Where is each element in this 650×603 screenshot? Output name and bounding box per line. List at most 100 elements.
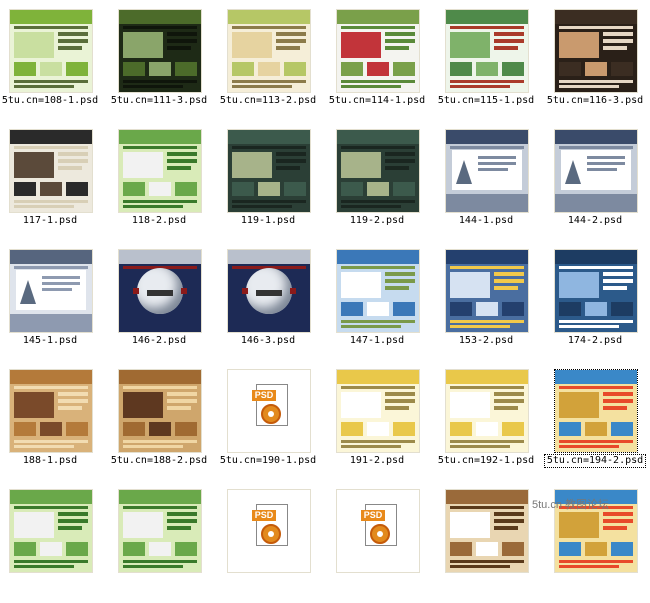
- webpage-preview-tan: [10, 370, 92, 452]
- file-name-label[interactable]: 5tu.cn=108-1.psd: [0, 95, 100, 107]
- preview-hero: [450, 512, 490, 538]
- preview-text-line: [14, 205, 74, 208]
- file-thumbnail[interactable]: [227, 9, 311, 93]
- file-name-label[interactable]: 117-1.psd: [0, 215, 100, 227]
- file-tile[interactable]: PSD: [218, 485, 327, 603]
- file-tile[interactable]: 5tu.cn=108-1.psd: [0, 5, 109, 123]
- file-name-label[interactable]: 153-2.psd: [436, 335, 536, 347]
- preview-text-line: [123, 440, 197, 443]
- file-thumbnail[interactable]: [118, 489, 202, 573]
- file-thumbnail[interactable]: PSD: [227, 369, 311, 453]
- file-name-label[interactable]: 5tu.cn=111-3.psd: [109, 95, 209, 107]
- file-name-label[interactable]: 174-2.psd: [545, 335, 645, 347]
- file-name-label[interactable]: 5tu.cn=188-2.psd: [109, 455, 209, 467]
- file-name-label[interactable]: 191-2.psd: [327, 455, 427, 467]
- file-name-label[interactable]: 5tu.cn=115-1.psd: [436, 95, 536, 107]
- file-name-label[interactable]: 146-3.psd: [218, 335, 318, 347]
- file-thumbnail[interactable]: [9, 369, 93, 453]
- file-tile[interactable]: 118-2.psd: [109, 125, 218, 243]
- preview-text-line: [232, 205, 292, 208]
- file-thumbnail[interactable]: [336, 369, 420, 453]
- file-tile[interactable]: 191-2.psd: [327, 365, 436, 483]
- file-thumbnail[interactable]: [554, 249, 638, 333]
- file-name-label[interactable]: 118-2.psd: [109, 215, 209, 227]
- psd-disc: [370, 524, 390, 544]
- file-tile[interactable]: 5tu.cn=115-1.psd: [436, 5, 545, 123]
- preview-text-line: [494, 39, 524, 43]
- file-tile[interactable]: 119-1.psd: [218, 125, 327, 243]
- file-tile[interactable]: 5tu.cn=188-2.psd: [109, 365, 218, 483]
- file-tile[interactable]: 119-2.psd: [327, 125, 436, 243]
- file-tile[interactable]: 145-1.psd: [0, 245, 109, 363]
- file-tile[interactable]: 5tu.cn=116-3.psd: [545, 5, 650, 123]
- file-tile[interactable]: 153-2.psd: [436, 245, 545, 363]
- file-thumbnail[interactable]: [9, 489, 93, 573]
- file-name-label[interactable]: 144-2.psd: [545, 215, 645, 227]
- file-tile[interactable]: 5tu.cn=114-1.psd: [327, 5, 436, 123]
- file-thumbnail[interactable]: [9, 9, 93, 93]
- file-name-label[interactable]: 119-2.psd: [327, 215, 427, 227]
- preview-text-line: [276, 159, 306, 163]
- preview-hero: [341, 152, 381, 178]
- file-thumbnail[interactable]: [118, 249, 202, 333]
- file-tile[interactable]: 146-2.psd: [109, 245, 218, 363]
- file-name-label[interactable]: 5tu.cn=113-2.psd: [218, 95, 318, 107]
- file-thumbnail[interactable]: [9, 249, 93, 333]
- file-tile[interactable]: 5tu.cn=192-1.psd: [436, 365, 545, 483]
- preview-text-line: [494, 399, 524, 403]
- file-thumbnail[interactable]: [554, 9, 638, 93]
- file-name-label[interactable]: 5tu.cn=114-1.psd: [327, 95, 427, 107]
- file-tile[interactable]: PSD: [327, 485, 436, 603]
- file-tile[interactable]: 147-1.psd: [327, 245, 436, 363]
- file-thumbnail[interactable]: [445, 129, 529, 213]
- file-tile[interactable]: 5tu.cn=111-3.psd: [109, 5, 218, 123]
- file-tile[interactable]: 174-2.psd: [545, 245, 650, 363]
- file-name-label[interactable]: 5tu.cn=192-1.psd: [436, 455, 536, 467]
- file-thumbnail[interactable]: PSD: [336, 489, 420, 573]
- file-thumbnail[interactable]: [445, 369, 529, 453]
- file-tile[interactable]: 146-3.psd: [218, 245, 327, 363]
- file-thumbnail[interactable]: [118, 129, 202, 213]
- file-thumbnail[interactable]: [336, 129, 420, 213]
- preview-header: [337, 370, 419, 384]
- file-tile[interactable]: [0, 485, 109, 603]
- file-thumbnail[interactable]: PSD: [227, 489, 311, 573]
- preview-card: [585, 422, 607, 436]
- file-tile[interactable]: 188-1.psd: [0, 365, 109, 483]
- psd-disc: [261, 404, 281, 424]
- file-name-label[interactable]: 5tu.cn=194-2.psd: [544, 454, 646, 468]
- file-tile[interactable]: 144-1.psd: [436, 125, 545, 243]
- file-tile[interactable]: [109, 485, 218, 603]
- psd-file-icon: PSD: [252, 384, 288, 432]
- file-thumbnail[interactable]: [227, 249, 311, 333]
- file-thumbnail[interactable]: [336, 9, 420, 93]
- file-thumbnail[interactable]: [445, 9, 529, 93]
- file-name-label[interactable]: 119-1.psd: [218, 215, 318, 227]
- file-name-label[interactable]: 5tu.cn=190-1.psd: [218, 455, 318, 467]
- file-tile[interactable]: 144-2.psd: [545, 125, 650, 243]
- file-thumbnail[interactable]: [9, 129, 93, 213]
- file-tile[interactable]: [436, 485, 545, 603]
- file-tile[interactable]: 5tu.cn=194-2.psd: [544, 365, 650, 483]
- file-thumbnail[interactable]: [118, 9, 202, 93]
- file-name-label[interactable]: 144-1.psd: [436, 215, 536, 227]
- file-tile[interactable]: 117-1.psd: [0, 125, 109, 243]
- file-thumbnail[interactable]: [445, 489, 529, 573]
- preview-card: [341, 182, 363, 196]
- webpage-preview-blueweb: [337, 250, 419, 332]
- file-tile[interactable]: 5tu.cn=113-2.psd: [218, 5, 327, 123]
- file-thumbnail[interactable]: [227, 129, 311, 213]
- file-thumbnail[interactable]: [445, 249, 529, 333]
- file-name-label[interactable]: 147-1.psd: [327, 335, 427, 347]
- file-name-label[interactable]: 145-1.psd: [0, 335, 100, 347]
- file-name-label[interactable]: 188-1.psd: [0, 455, 100, 467]
- preview-nav: [450, 146, 524, 149]
- file-thumbnail[interactable]: [554, 129, 638, 213]
- preview-card: [450, 62, 472, 76]
- file-thumbnail[interactable]: [336, 249, 420, 333]
- file-thumbnail[interactable]: [554, 369, 638, 453]
- file-thumbnail[interactable]: [118, 369, 202, 453]
- file-tile[interactable]: PSD 5tu.cn=190-1.psd: [218, 365, 327, 483]
- file-name-label[interactable]: 5tu.cn=116-3.psd: [545, 95, 645, 107]
- file-name-label[interactable]: 146-2.psd: [109, 335, 209, 347]
